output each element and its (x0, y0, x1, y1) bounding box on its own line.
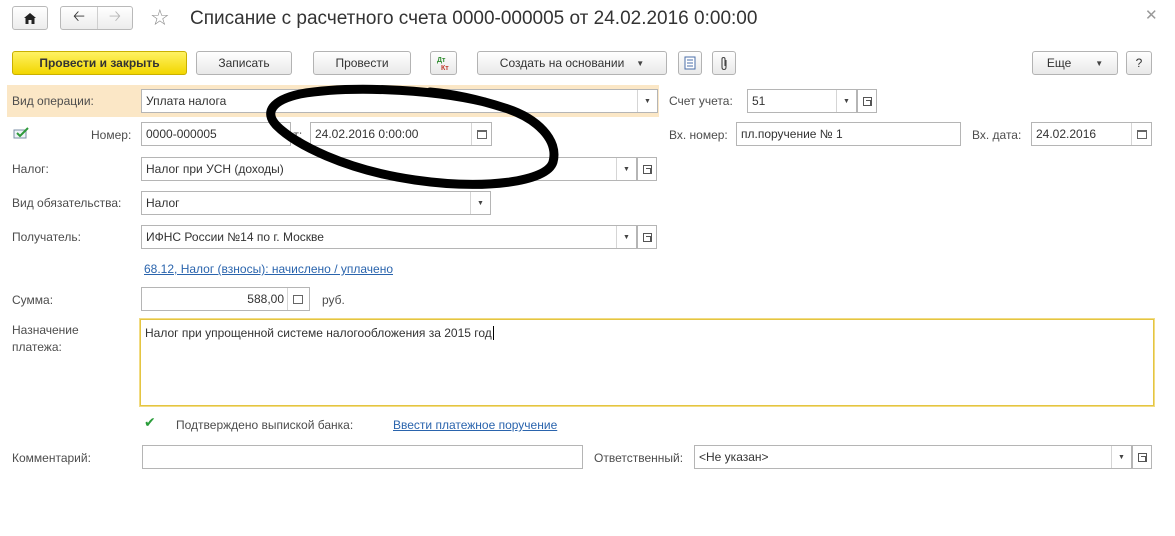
posted-status-icon (13, 127, 29, 142)
incoming-number-label: Вх. номер: (669, 128, 728, 142)
operation-type-label: Вид операции: (12, 94, 94, 108)
chevron-down-icon[interactable]: ▼ (836, 90, 856, 112)
open-icon (642, 232, 652, 242)
account-label: Счет учета: (669, 94, 733, 108)
purpose-value: Налог при упрощенной системе налогооблож… (145, 326, 492, 340)
back-button[interactable]: 🡠 (61, 7, 97, 29)
account-settlement-link[interactable]: 68.12, Налог (взносы): начислено / уплач… (144, 262, 393, 276)
amount-field[interactable]: 588,00 (141, 287, 310, 311)
svg-text:Кт: Кт (441, 65, 449, 71)
text-cursor (492, 326, 494, 340)
chevron-down-icon: ▼ (636, 58, 645, 68)
help-button[interactable]: ? (1126, 51, 1152, 75)
chevron-down-icon[interactable]: ▼ (637, 90, 657, 112)
amount-label: Сумма: (12, 293, 54, 307)
recipient-open-button[interactable] (637, 225, 657, 249)
purpose-textarea[interactable]: Налог при упрощенной системе налогооблож… (140, 319, 1154, 406)
responsible-value: <Не указан> (699, 450, 769, 464)
attachment-button[interactable] (712, 51, 736, 75)
dtkt-icon: Дт Кт (437, 57, 449, 71)
comment-field[interactable] (142, 445, 583, 469)
chevron-down-icon[interactable]: ▼ (470, 192, 490, 214)
incoming-date-field[interactable]: 24.02.2016 (1031, 122, 1152, 146)
responsible-open-button[interactable] (1132, 445, 1152, 469)
scribble-annotation (266, 84, 559, 189)
incoming-number-field[interactable]: пл.поручение № 1 (736, 122, 961, 146)
forward-button[interactable]: 🡢 (97, 7, 132, 29)
save-button[interactable]: Записать (196, 51, 292, 75)
page-title: Списание с расчетного счета 0000-000005 … (190, 8, 758, 29)
create-based-on-label: Создать на основании (499, 56, 625, 70)
purpose-label-line2: платежа: (12, 340, 62, 354)
chevron-down-icon: ▼ (1095, 58, 1104, 68)
incoming-number-value: пл.поручение № 1 (741, 127, 843, 141)
incoming-date-label: Вх. дата: (972, 128, 1022, 142)
arrow-right-icon: 🡢 (108, 7, 122, 25)
liability-type-label: Вид обязательства: (12, 196, 122, 210)
tax-open-button[interactable] (637, 157, 657, 181)
home-icon (13, 7, 47, 29)
chevron-down-icon[interactable]: ▼ (1111, 446, 1131, 468)
calendar-icon[interactable] (1131, 123, 1151, 145)
paperclip-icon (721, 56, 727, 70)
purpose-label-line1: Назначение (12, 323, 79, 337)
account-value: 51 (752, 94, 766, 108)
chevron-down-icon[interactable]: ▼ (616, 158, 636, 180)
calculator-icon[interactable] (287, 288, 307, 310)
svg-text:Дт: Дт (437, 57, 446, 64)
account-open-button[interactable] (857, 89, 877, 113)
post-and-close-button[interactable]: Провести и закрыть (12, 51, 187, 75)
close-icon[interactable]: ✕ (1145, 6, 1158, 24)
bank-confirmed-label: Подтверждено выпиской банка: (176, 418, 354, 432)
liability-type-value: Налог (146, 196, 180, 210)
more-label: Еще (1046, 56, 1072, 70)
history-nav: 🡠 🡢 (60, 6, 133, 30)
account-select[interactable]: 51 ▼ (747, 89, 857, 113)
create-based-on-button[interactable]: Создать на основании ▼ (477, 51, 667, 75)
liability-type-select[interactable]: Налог ▼ (141, 191, 491, 215)
favorite-star-icon[interactable]: ☆ (150, 7, 170, 29)
document-icon (684, 56, 696, 70)
more-button[interactable]: Еще ▼ (1032, 51, 1118, 75)
number-label: Номер: (91, 128, 132, 142)
bank-confirmed-checkbox[interactable]: ✔ (144, 415, 157, 429)
tax-label: Налог: (12, 162, 49, 176)
open-icon (862, 96, 872, 106)
open-icon (642, 164, 652, 174)
responsible-label: Ответственный: (594, 451, 684, 465)
recipient-select[interactable]: ИФНС России №14 по г. Москве ▼ (141, 225, 637, 249)
responsible-select[interactable]: <Не указан> ▼ (694, 445, 1132, 469)
report-button[interactable] (678, 51, 702, 75)
recipient-value: ИФНС России №14 по г. Москве (146, 230, 324, 244)
home-button[interactable] (12, 6, 48, 30)
post-button[interactable]: Провести (313, 51, 411, 75)
currency-label: руб. (322, 293, 345, 307)
chevron-down-icon[interactable]: ▼ (616, 226, 636, 248)
dtkt-button[interactable]: Дт Кт (430, 51, 457, 75)
open-icon (1137, 452, 1147, 462)
comment-label: Комментарий: (12, 451, 91, 465)
enter-payment-order-link[interactable]: Ввести платежное поручение (393, 418, 557, 432)
arrow-left-icon: 🡠 (72, 7, 86, 25)
recipient-label: Получатель: (12, 230, 81, 244)
incoming-date-value: 24.02.2016 (1036, 127, 1097, 141)
amount-value: 588,00 (247, 292, 284, 306)
